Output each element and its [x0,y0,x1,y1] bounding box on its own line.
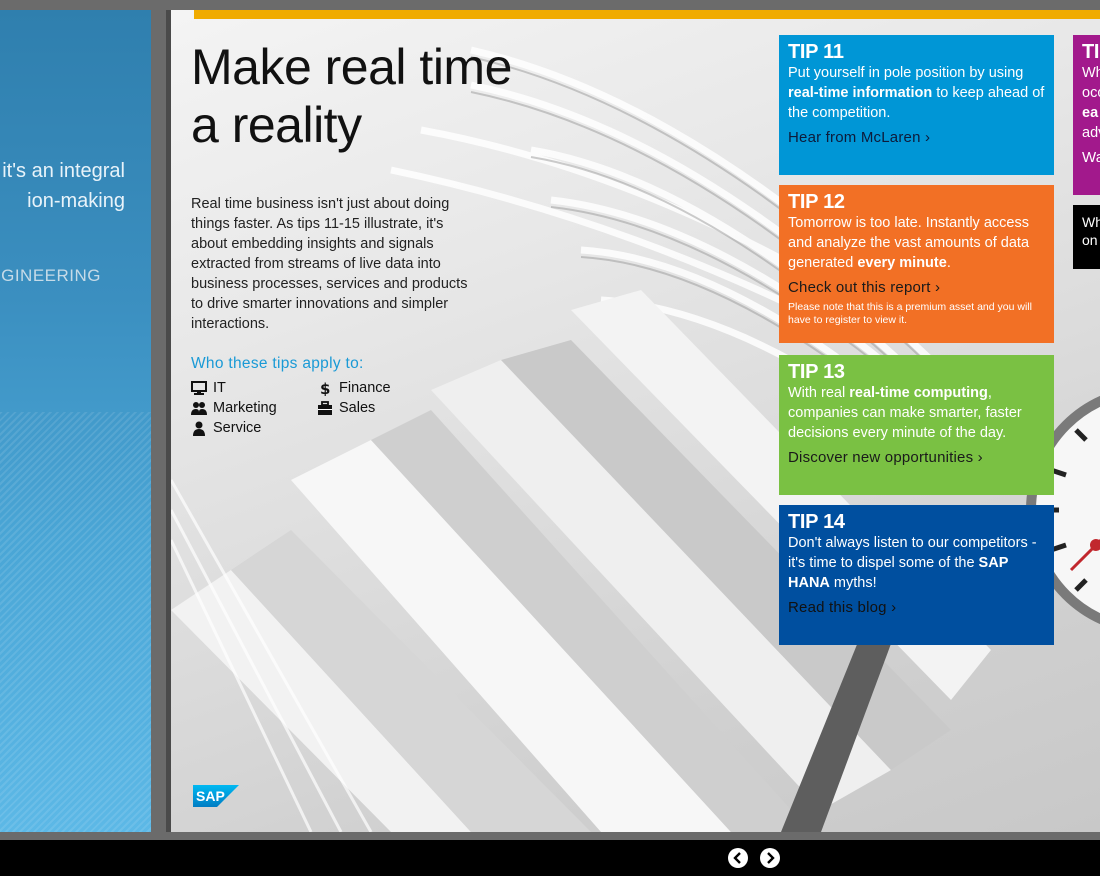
tip-number: TIP 12 [788,191,845,213]
briefcase-icon [318,400,332,415]
tip-15-card-partial: TI Wh occ ea adv Wa [1073,35,1100,195]
read-blog-link[interactable]: Read this blog › [788,598,1045,618]
audience-finance: $ Finance [317,380,391,396]
monitor-icon [191,380,207,395]
title-line-2: a reality [191,97,362,153]
tip-body: on [1082,232,1098,248]
current-page: Make real time a reality Real time busin… [171,10,1100,832]
svg-text:$: $ [320,381,330,396]
title-line-1: Make real time [191,39,512,95]
premium-asset-note: Please note that this is a premium asset… [788,301,1032,326]
discover-opportunities-link[interactable]: Discover new opportunities › [788,448,1045,468]
tip-15-link[interactable]: Wa [1082,148,1100,168]
hear-from-mclaren-link[interactable]: Hear from McLaren › [788,128,1045,148]
previous-page-text: it's an integral [2,160,125,182]
audience-marketing: Marketing [191,400,277,416]
tip-body: Wh [1082,214,1100,230]
audience-sales: Sales [317,400,375,416]
audience-heading: Who these tips apply to: [191,355,364,372]
person-icon [193,421,205,436]
tip-12-card: TIP 12 Tomorrow is too late. Instantly a… [779,185,1054,343]
tip-number: TIP 14 [788,511,845,533]
people-icon [191,401,207,415]
sap-logo: SAP [193,785,239,807]
audience-service: Service [191,420,261,436]
tip-body: Wh occ ea adv [1082,65,1100,141]
tip-16-card-partial: Wh on [1073,205,1100,269]
tip-14-card: TIP 14 Don't always listen to our compet… [779,505,1054,645]
chevron-right-icon [767,852,775,864]
previous-page-button[interactable] [728,848,748,868]
audience-label: Service [213,420,262,436]
tip-number: TI [1082,41,1100,63]
tip-13-card: TIP 13 With real real-time computing, co… [779,355,1054,495]
tip-number: TIP 13 [788,361,845,383]
intro-paragraph: Real time business isn't just about doin… [191,196,468,332]
check-out-report-link[interactable]: Check out this report › [788,278,1045,298]
next-page-button[interactable] [760,848,780,868]
flipbook-viewer: it's an integral ion-making NGINEERING [0,0,1100,876]
tip-body: Don't always listen to our competitors -… [788,535,1037,591]
previous-page-edge[interactable]: it's an integral ion-making NGINEERING [0,10,151,832]
tip-body: Put yourself in pole position by using r… [788,65,1045,121]
previous-page-text: ion-making [27,190,125,212]
tip-body: With real real-time computing, companies… [788,385,1022,441]
viewer-navigation-bar [0,840,1100,876]
tip-number: TIP 11 [788,41,844,63]
audience-label: Sales [339,400,376,416]
page-title: Make real time a reality [191,38,512,154]
top-accent-bar [194,10,1100,19]
audience-label: Finance [339,380,391,396]
dollar-icon: $ [320,381,330,396]
audience-label: IT [213,380,226,396]
tip-11-card: TIP 11 Put yourself in pole position by … [779,35,1054,175]
audience-it: IT [191,380,226,396]
previous-page-heading: NGINEERING [0,266,101,285]
audience-label: Marketing [213,400,277,416]
chevron-left-icon [733,852,741,864]
svg-text:SAP: SAP [196,788,225,804]
tip-body: Tomorrow is too late. Instantly access a… [788,215,1030,271]
